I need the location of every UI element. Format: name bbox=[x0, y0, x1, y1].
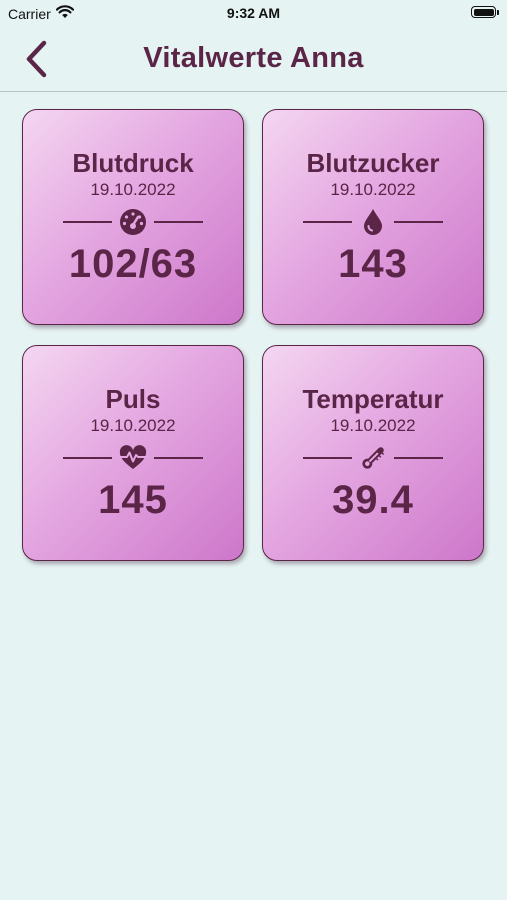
card-divider bbox=[303, 207, 443, 237]
card-divider bbox=[303, 443, 443, 473]
status-time: 9:32 AM bbox=[226, 5, 281, 21]
vital-card-temperatur[interactable]: Temperatur 19.10.2022 39.4 bbox=[262, 345, 484, 561]
heartbeat-icon bbox=[118, 445, 148, 469]
battery-icon bbox=[471, 6, 499, 18]
card-title: Blutdruck bbox=[72, 148, 194, 178]
card-date: 19.10.2022 bbox=[90, 416, 176, 435]
card-divider bbox=[63, 207, 203, 237]
card-title: Blutzucker bbox=[306, 148, 440, 178]
card-value: 102/63 bbox=[68, 242, 198, 286]
card-title: Temperatur bbox=[302, 384, 444, 414]
vital-card-blutdruck[interactable]: Blutdruck 19.10.2022 102/63 bbox=[22, 109, 244, 325]
card-date: 19.10.2022 bbox=[90, 180, 176, 199]
card-title: Puls bbox=[105, 384, 161, 414]
card-value: 143 bbox=[338, 242, 408, 286]
card-date: 19.10.2022 bbox=[330, 180, 416, 199]
gauge-icon bbox=[120, 209, 146, 235]
card-divider bbox=[63, 443, 203, 473]
vital-card-blutzucker[interactable]: Blutzucker 19.10.2022 143 bbox=[262, 109, 484, 325]
vital-card-puls[interactable]: Puls 19.10.2022 145 bbox=[22, 345, 244, 561]
page-title: Vitalwerte Anna bbox=[143, 42, 364, 74]
thermometer-icon bbox=[362, 447, 385, 469]
card-date: 19.10.2022 bbox=[330, 416, 416, 435]
card-value: 145 bbox=[98, 478, 168, 522]
navigation-bar: Vitalwerte Anna bbox=[0, 30, 507, 92]
drop-icon bbox=[364, 209, 382, 235]
card-value: 39.4 bbox=[332, 478, 414, 522]
status-bar: Carrier 9:32 AM bbox=[0, 0, 507, 30]
